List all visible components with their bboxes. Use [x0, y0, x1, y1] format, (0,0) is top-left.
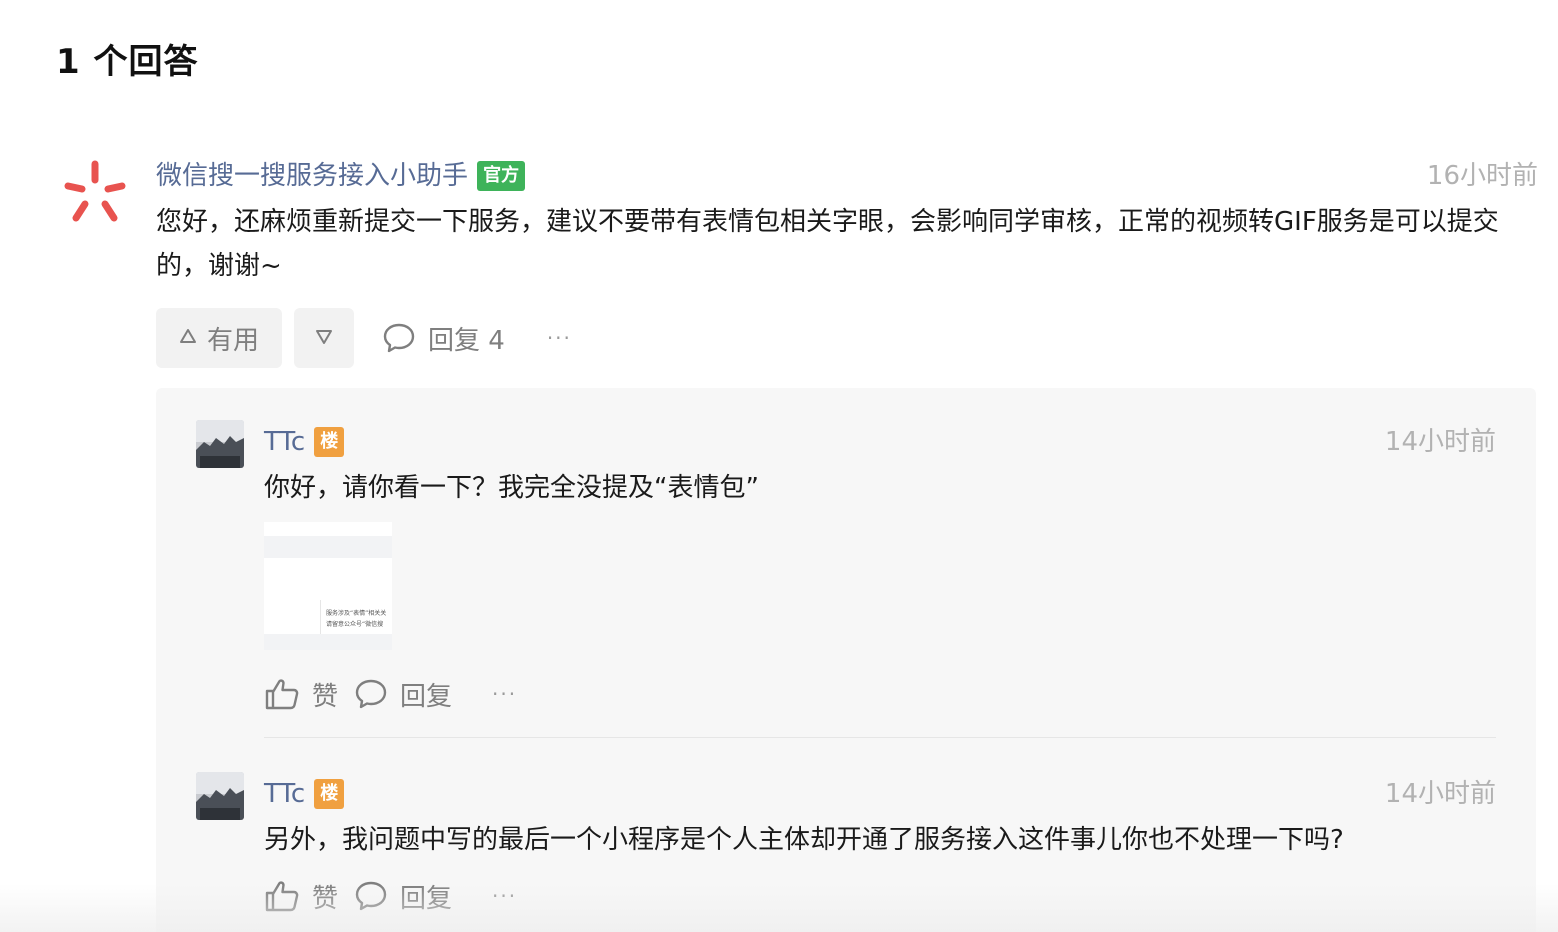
triangle-down-icon	[315, 326, 333, 350]
page: 1 个回答 微信搜一搜服务接入小助手 官方 16小时前 您好，还麻烦重新提交一下…	[0, 0, 1558, 932]
comment-bubble-icon	[383, 323, 415, 353]
comment-bubble-icon	[355, 679, 387, 709]
thumbnail-band	[264, 536, 392, 558]
answer-timestamp: 16小时前	[1426, 161, 1538, 191]
wechat-search-logo-icon[interactable]	[60, 158, 130, 228]
reply-text: 你好，请你看一下？我完全没提及“表情包”	[264, 473, 759, 503]
reply-label: 回复	[400, 883, 453, 914]
reply-button[interactable]: 回复	[354, 878, 452, 915]
thumbnail-band	[264, 634, 392, 650]
triangle-up-icon	[179, 328, 197, 349]
like-label: 赞	[312, 883, 339, 914]
useful-label: 有用	[206, 325, 259, 356]
answers-count-heading: 1 个回答	[56, 42, 199, 82]
reply-label: 回复	[400, 681, 453, 712]
avatar[interactable]	[196, 772, 244, 820]
replies-panel: TTc 楼 14小时前 你好，请你看一下？我完全没提及“表情包” 服务涉及“表情…	[156, 388, 1536, 932]
answer-author-row: 微信搜一搜服务接入小助手 官方 16小时前	[156, 150, 1538, 202]
answer-reply-button[interactable]: 回复 4	[382, 320, 505, 357]
reply-image-thumbnail[interactable]: 服务涉及“表情”相关关 请留意公众号“微信搜	[264, 522, 392, 650]
more-dots-icon[interactable]: ···	[492, 682, 517, 706]
reply-actions: 赞 回复 ···	[264, 874, 1496, 918]
more-dots-icon[interactable]: ···	[547, 326, 572, 350]
like-button[interactable]: 赞	[264, 878, 338, 915]
answer-text: 您好，还麻烦重新提交一下服务，建议不要带有表情包相关字眼，会影响同学审核，正常的…	[156, 207, 1499, 281]
reply-button[interactable]: 回复	[354, 676, 452, 713]
answer-reply-label: 回复 4	[428, 325, 505, 356]
thumbnail-text-line: 请留意公众号“微信搜	[326, 621, 384, 628]
answer-body: 微信搜一搜服务接入小助手 官方 16小时前 您好，还麻烦重新提交一下服务，建议不…	[156, 150, 1538, 368]
thumb-up-icon	[265, 881, 299, 912]
thumbnail-text-line: 服务涉及“表情”相关关	[326, 610, 387, 617]
thumb-up-icon	[265, 679, 299, 710]
reply-main: TTc 楼 14小时前 另外，我问题中写的最后一个小程序是个人主体却开通了服务接…	[264, 772, 1496, 918]
reply-author-name[interactable]: TTc	[264, 779, 305, 809]
like-label: 赞	[312, 681, 339, 712]
answer-actions: 有用 回复 4 ···	[156, 308, 1538, 368]
reply-author-name[interactable]: TTc	[264, 427, 305, 457]
reply-divider	[264, 737, 1496, 738]
like-button[interactable]: 赞	[264, 676, 338, 713]
more-dots-icon[interactable]: ···	[492, 884, 517, 908]
reply-head: TTc 楼 14小时前	[264, 420, 1496, 464]
reply-actions: 赞 回复 ···	[264, 672, 1496, 716]
avatar[interactable]	[196, 420, 244, 468]
reply-main: TTc 楼 14小时前 你好，请你看一下？我完全没提及“表情包” 服务涉及“表情…	[264, 420, 1496, 716]
thumbnail-panel	[320, 600, 392, 634]
floor-badge: 楼	[314, 427, 345, 457]
useful-button[interactable]: 有用	[156, 308, 282, 368]
reply-text: 另外，我问题中写的最后一个小程序是个人主体却开通了服务接入这件事儿你也不处理一下…	[264, 825, 1344, 855]
answer-author-name[interactable]: 微信搜一搜服务接入小助手	[156, 161, 468, 191]
reply-timestamp: 14小时前	[1384, 779, 1496, 809]
floor-badge: 楼	[314, 779, 345, 809]
not-useful-button[interactable]	[294, 308, 354, 368]
reply-timestamp: 14小时前	[1384, 427, 1496, 457]
comment-bubble-icon	[355, 881, 387, 911]
reply-head: TTc 楼 14小时前	[264, 772, 1496, 816]
official-badge: 官方	[477, 161, 526, 191]
